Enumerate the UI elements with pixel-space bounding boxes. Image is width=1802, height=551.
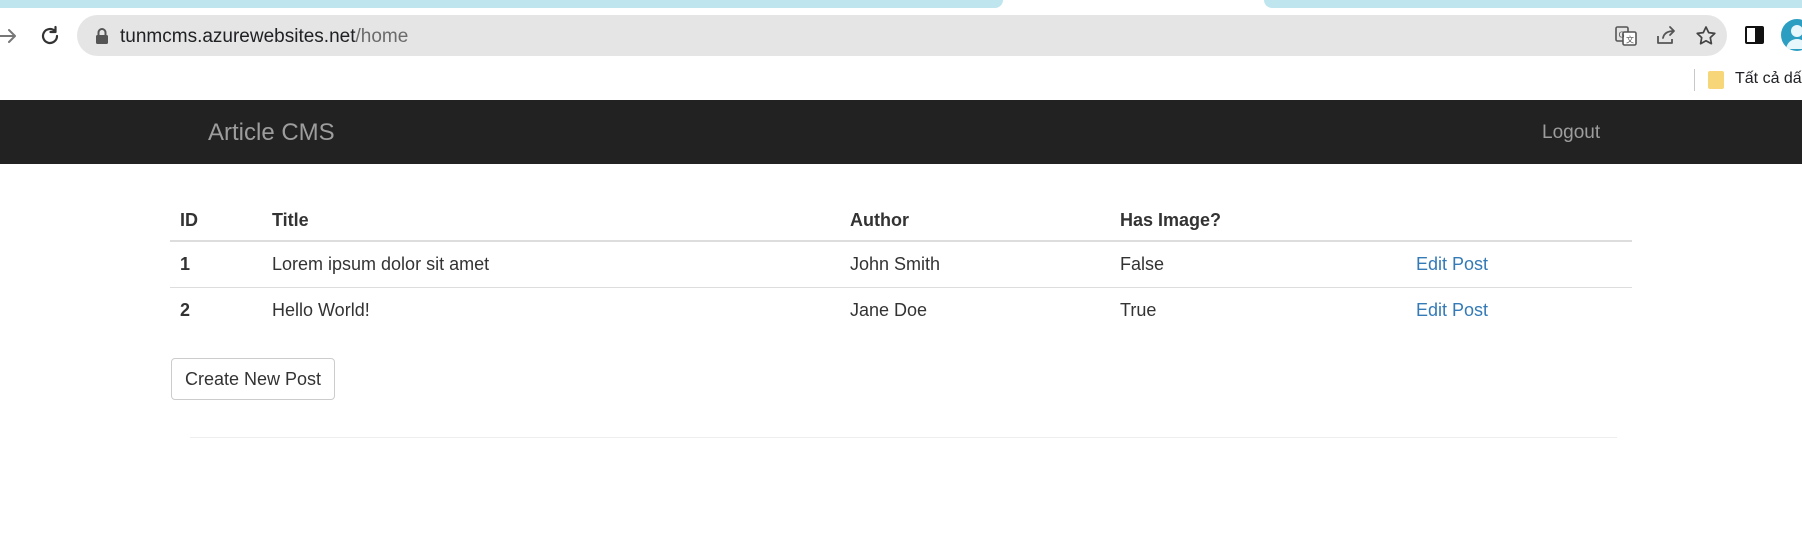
app-navbar: Article CMS Logout: [0, 100, 1802, 164]
browser-tab[interactable]: [0, 0, 1003, 8]
posts-table: ID Title Author Has Image? 1 Lorem ipsum…: [170, 200, 1632, 333]
post-actions: Edit Post: [1406, 287, 1632, 333]
share-icon[interactable]: [1654, 24, 1678, 48]
browser-toolbar: tunmcms.azurewebsites.net/home G文: [0, 8, 1802, 64]
table-header-row: ID Title Author Has Image?: [170, 200, 1632, 242]
create-new-post-button[interactable]: Create New Post: [171, 358, 335, 400]
address-bar[interactable]: tunmcms.azurewebsites.net/home G文: [77, 15, 1727, 56]
bookmarks-bar: Tất cả dấu: [0, 64, 1802, 101]
star-icon[interactable]: [1694, 24, 1718, 48]
profile-icon[interactable]: [1781, 19, 1802, 51]
post-actions: Edit Post: [1406, 241, 1632, 288]
column-header-id: ID: [170, 200, 262, 242]
reload-icon[interactable]: [36, 22, 64, 50]
bookmarks-separator: [1694, 69, 1695, 91]
edit-post-link[interactable]: Edit Post: [1416, 300, 1488, 320]
post-id: 1: [170, 241, 262, 288]
divider: [190, 437, 1617, 438]
column-header-title: Title: [262, 200, 840, 242]
browser-tab[interactable]: [1264, 0, 1802, 8]
forward-icon[interactable]: [0, 22, 22, 50]
bookmark-folder-icon[interactable]: [1708, 71, 1724, 89]
brand-title[interactable]: Article CMS: [208, 119, 335, 147]
svg-text:文: 文: [1626, 35, 1634, 45]
lock-icon[interactable]: [94, 27, 110, 45]
post-author: John Smith: [840, 241, 1110, 288]
post-id: 2: [180, 299, 191, 320]
column-header-actions: [1406, 200, 1632, 242]
tab-strip: [0, 0, 1802, 8]
url-path: /home: [355, 26, 409, 47]
edit-post-link[interactable]: Edit Post: [1416, 254, 1488, 274]
side-panel-icon[interactable]: [1743, 23, 1767, 47]
logout-link[interactable]: Logout: [1542, 122, 1600, 144]
post-has-image: False: [1110, 241, 1406, 288]
url-host: tunmcms.azurewebsites.net: [120, 26, 356, 47]
bookmark-folder-label[interactable]: Tất cả dấu: [1735, 70, 1802, 88]
post-title: Hello World!: [272, 299, 370, 320]
post-has-image: True: [1120, 299, 1157, 320]
column-header-has-image: Has Image?: [1110, 200, 1406, 242]
svg-text:G: G: [1619, 31, 1625, 40]
post-author: Jane Doe: [850, 299, 928, 320]
column-header-author: Author: [840, 200, 1110, 242]
post-title: Lorem ipsum dolor sit amet: [262, 241, 840, 288]
url-text[interactable]: tunmcms.azurewebsites.net/home: [120, 26, 408, 48]
table-row: 2 Hello World! Jane Doe True Edit Post: [170, 287, 1632, 333]
translate-icon[interactable]: G文: [1614, 24, 1638, 48]
table-row: 1 Lorem ipsum dolor sit amet John Smith …: [170, 241, 1632, 288]
